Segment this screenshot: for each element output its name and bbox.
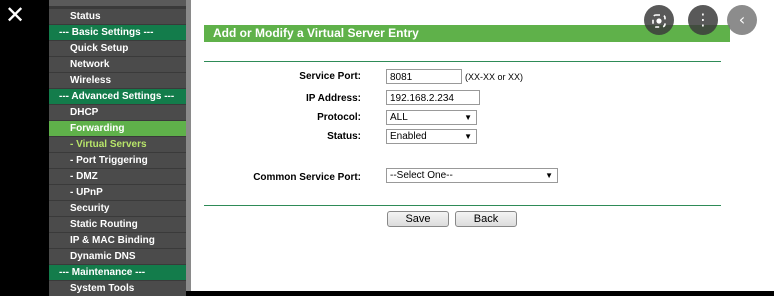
close-icon[interactable]: ✕ [0,0,30,30]
lens-icon[interactable] [644,5,674,35]
back-button[interactable]: Back [455,211,517,227]
common-service-port-label: Common Service Port: [253,172,361,183]
status-select[interactable]: Enabled ▼ [386,129,477,144]
sidebar-menu: Status --- Basic Settings --- Quick Setup N… [49,0,186,296]
sidebar-section-advanced-settings: --- Advanced Settings --- [49,89,186,104]
sidebar-item-forwarding[interactable]: Forwarding [49,121,186,136]
sidebar-item-status[interactable]: Status [49,9,186,24]
common-service-port-select[interactable]: --Select One-- ▼ [386,168,558,183]
common-service-port-value: --Select One-- [390,170,453,181]
chevron-down-icon: ▼ [464,113,472,122]
sidebar-section-basic-settings: --- Basic Settings --- [49,25,186,40]
sidebar-item-port-triggering[interactable]: - Port Triggering [49,153,186,168]
sidebar-item-ip-mac-binding[interactable]: IP & MAC Binding [49,233,186,248]
sidebar-item-wireless[interactable]: Wireless [49,73,186,88]
sidebar-item-dhcp[interactable]: DHCP [49,105,186,120]
ip-address-label: IP Address: [305,93,361,104]
top-divider [204,61,721,62]
sidebar-item-security[interactable]: Security [49,201,186,216]
protocol-select-value: ALL [390,112,408,123]
sidebar-item-virtual-servers[interactable]: - Virtual Servers [49,137,186,152]
sidebar-item-network[interactable]: Network [49,57,186,72]
protocol-label: Protocol: [317,112,361,123]
service-port-hint: (XX-XX or XX) [465,72,524,82]
chevron-left-icon[interactable]: ‹ [727,5,757,35]
sidebar-section-maintenance: --- Maintenance --- [49,265,186,280]
sidebar-item-static-routing[interactable]: Static Routing [49,217,186,232]
sidebar-item-dynamic-dns[interactable]: Dynamic DNS [49,249,186,264]
save-button[interactable]: Save [387,211,449,227]
sidebar-item-quick-setup[interactable]: Quick Setup [49,41,186,56]
chevron-down-icon: ▼ [464,132,472,141]
right-margin [752,0,774,291]
service-port-input[interactable]: 8081 [386,69,462,84]
protocol-select[interactable]: ALL ▼ [386,110,477,125]
sidebar-item-dmz[interactable]: - DMZ [49,169,186,184]
main-content: Add or Modify a Virtual Server Entry Ser… [191,0,752,291]
chevron-down-icon: ▼ [545,171,553,180]
sidebar-top-strip [49,0,186,6]
sidebar-item-upnp[interactable]: - UPnP [49,185,186,200]
status-select-value: Enabled [390,131,427,142]
service-port-label: Service Port: [299,71,361,82]
status-label: Status: [327,131,361,142]
bottom-divider [204,205,721,206]
more-vert-icon[interactable]: ⋮ [688,5,718,35]
sidebar-item-system-tools[interactable]: System Tools [49,281,186,296]
ip-address-input[interactable]: 192.168.2.234 [386,90,480,105]
